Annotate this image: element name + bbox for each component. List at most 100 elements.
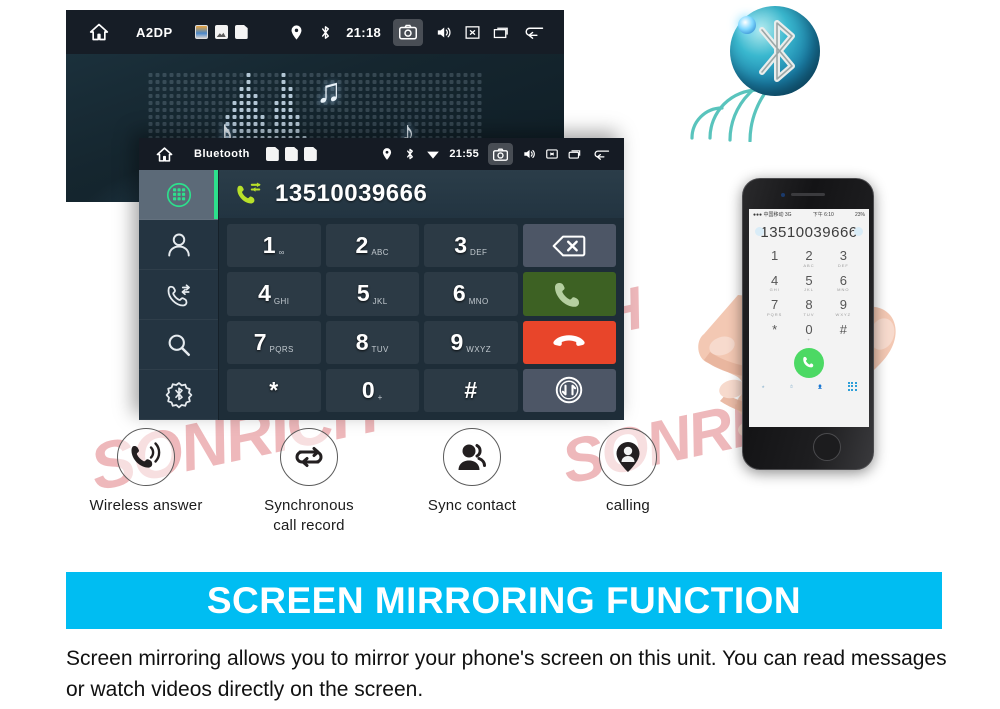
feature-calling: calling (548, 428, 708, 516)
dialed-number-bar: 13510039666 (219, 170, 624, 218)
key-digit: 5 (356, 280, 370, 307)
feature-label: Synchronous call record (264, 497, 354, 534)
recents-icon[interactable] (568, 147, 582, 161)
home-button[interactable] (813, 433, 841, 461)
key-digit: 7 (253, 328, 267, 355)
add-contact-icon[interactable] (755, 227, 764, 236)
music-clock: 21:18 (346, 24, 381, 40)
close-box-icon[interactable] (545, 147, 559, 161)
ios-keypad: 1 2 ABC 3 DEF 4 GHI 5 JKL 6 MNO 7 PQRS 8 TUV 9 WXYZ * 0 + # (749, 247, 869, 343)
section-banner: SCREEN MIRRORING FUNCTION (66, 572, 942, 629)
ios-key-letters: JKL (804, 287, 814, 293)
ios-key-hash[interactable]: # (828, 321, 859, 343)
bluetooth-icon (759, 20, 795, 82)
key-backspace[interactable] (522, 224, 616, 268)
sd-card-icon (265, 147, 279, 161)
key-letters: WXYZ (466, 344, 491, 354)
key-4[interactable]: 4 GHI (227, 272, 321, 316)
key-9[interactable]: 9 WXYZ (424, 320, 518, 364)
dialer-profile-label: Bluetooth (194, 148, 250, 160)
volume-icon[interactable] (522, 147, 536, 161)
calling-pin-icon (599, 428, 657, 486)
keypad-icon (166, 182, 191, 207)
phone-body: ●●● 中国移动 3G 下午 6:10 23% 13510039666 1 2 AB… (742, 178, 874, 470)
dialer-body: 13510039666 1 ∞ 2 ABC 3 DEF 4 GHI 5 JKL 6 MNO 7 PQRS 8… (139, 170, 624, 420)
key-3[interactable]: 3 DEF (424, 224, 518, 268)
key-digit: 4 (258, 280, 271, 307)
feature-label: calling (606, 497, 650, 514)
dialer-keypad: 1 ∞ 2 ABC 3 DEF 4 GHI 5 JKL 6 MNO 7 PQRS 8 TUV 9 WXYZ * 0 + # (219, 218, 624, 420)
sd-card-icon (234, 25, 248, 39)
key-call[interactable] (522, 272, 616, 316)
ios-key-letters: WXYZ (835, 312, 852, 318)
call-answer-icon (802, 356, 813, 368)
close-box-icon[interactable] (464, 24, 481, 41)
key-6[interactable]: 6 MNO (424, 272, 518, 316)
home-icon[interactable] (88, 22, 110, 42)
wifi-icon (426, 147, 440, 161)
sidebar-item-call-history[interactable] (139, 270, 218, 320)
key-1[interactable]: 1 ∞ (227, 224, 321, 268)
home-icon[interactable] (155, 146, 174, 163)
wireless-answer-icon (117, 428, 175, 486)
key-star[interactable]: * (227, 368, 321, 412)
feature-label: Wireless answer (89, 497, 203, 514)
key-8[interactable]: 8 TUV (325, 320, 419, 364)
backspace-icon[interactable] (854, 227, 863, 236)
ios-key-7[interactable]: 7 PQRS (759, 296, 790, 318)
key-0[interactable]: 0 + (325, 368, 419, 412)
sidebar-item-bluetooth-settings[interactable] (139, 370, 218, 420)
ios-key-0[interactable]: 0 + (793, 321, 824, 343)
bluetooth-gear-icon (165, 381, 192, 408)
feature-wireless-answer: Wireless answer (66, 428, 226, 516)
ios-key-9[interactable]: 9 WXYZ (828, 296, 859, 318)
recents-icon[interactable] (493, 24, 510, 41)
ios-key-2[interactable]: 2 ABC (793, 247, 824, 269)
key-digit: 6 (452, 280, 466, 307)
ios-key-1[interactable]: 1 (759, 247, 790, 269)
camera-button[interactable] (488, 143, 513, 165)
camera-button[interactable] (393, 18, 423, 46)
contact-person-icon (167, 233, 190, 256)
ios-key-4[interactable]: 4 GHI (759, 272, 790, 294)
ios-key-letters: GHI (769, 287, 780, 293)
bluetooth-sphere-logo (688, 4, 824, 142)
ios-carrier: ●●● 中国移动 3G (753, 212, 792, 218)
sidebar-item-contacts[interactable] (139, 220, 218, 270)
camera-icon (399, 24, 417, 40)
ios-key-letters: DEF (837, 262, 849, 268)
page-root: SONRICH SONRICH SONRICH A2DP 21:18 (0, 0, 1000, 709)
key-letters: PQRS (269, 344, 294, 354)
ios-key-5[interactable]: 5 JKL (793, 272, 824, 294)
key-hash[interactable]: # (424, 368, 518, 412)
ios-key-6[interactable]: 6 MNO (828, 272, 859, 294)
ios-battery: 23% (854, 211, 865, 218)
ios-tab-keypad[interactable] (847, 381, 857, 391)
ios-key-8[interactable]: 8 TUV (793, 296, 824, 318)
sidebar-item-keypad[interactable] (139, 170, 218, 220)
ios-tab-favorites[interactable]: ★ (761, 384, 765, 389)
ios-tab-contacts[interactable]: 👤 (818, 384, 823, 389)
ios-key-letters: TUV (803, 312, 815, 318)
bluetooth-icon (317, 24, 334, 41)
key-letters: GHI (273, 296, 290, 306)
key-2[interactable]: 2 ABC (325, 224, 419, 268)
camera-icon (493, 147, 508, 161)
ios-call-button[interactable] (794, 347, 824, 378)
ios-key-star[interactable]: * (759, 321, 790, 343)
volume-icon[interactable] (435, 24, 452, 41)
sync-contact-icon (443, 428, 501, 486)
back-arrow-icon[interactable] (522, 24, 546, 41)
key-digit: 0 (361, 376, 375, 403)
ios-key-3[interactable]: 3 DEF (828, 247, 859, 269)
ios-tab-recents[interactable]: ⏱ (790, 384, 793, 389)
sidebar-item-search[interactable] (139, 320, 218, 370)
key-hangup[interactable] (522, 320, 616, 364)
dialer-status-bar: Bluetooth 21:55 (139, 138, 624, 170)
back-arrow-icon[interactable] (591, 147, 612, 161)
key-letters: JKL (372, 296, 388, 306)
key-5[interactable]: 5 JKL (325, 272, 419, 316)
key-transfer[interactable] (522, 368, 616, 412)
key-digit: # (464, 376, 478, 403)
key-7[interactable]: 7 PQRS (227, 320, 321, 364)
